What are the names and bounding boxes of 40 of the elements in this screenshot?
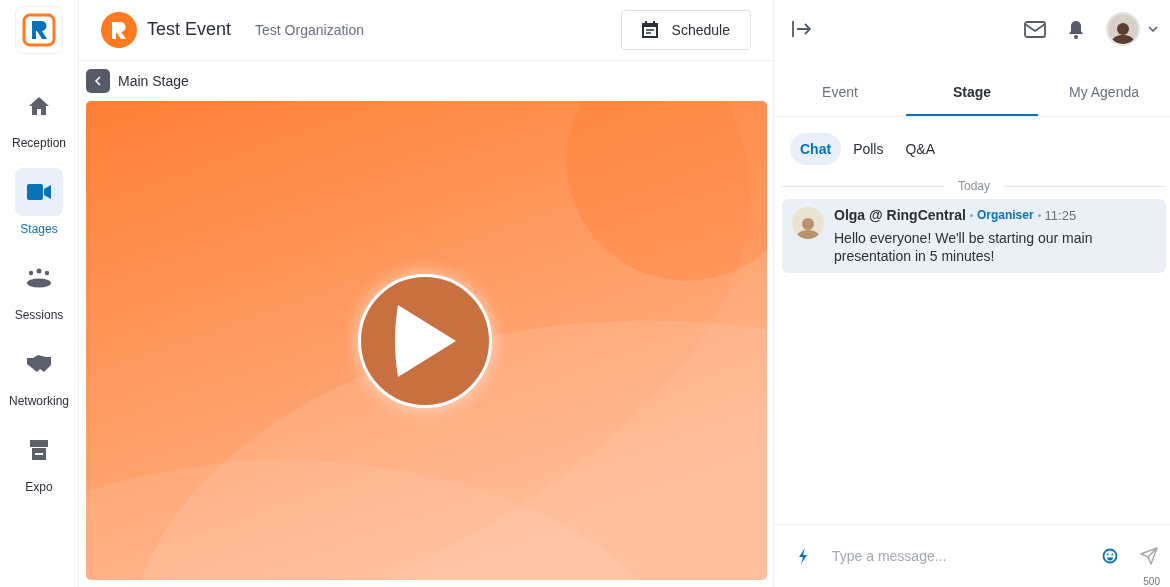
emoji-button[interactable] — [1102, 548, 1118, 564]
message-time: 11:25 — [1044, 207, 1077, 223]
chevron-left-icon — [94, 75, 102, 86]
character-counter: 500 — [1143, 576, 1160, 587]
message-text: Hello everyone! We'll be starting our main presentation in 5 minutes! — [834, 229, 1094, 265]
chat-tab[interactable]: Q&A — [895, 133, 946, 165]
profile-menu-button[interactable] — [1106, 12, 1158, 46]
chat-tab[interactable]: Polls — [843, 133, 894, 165]
author-name: Olga @ RingCentral — [834, 207, 966, 223]
schedule-button[interactable]: Schedule — [620, 9, 751, 50]
people-icon — [26, 268, 52, 288]
handshake-icon — [26, 354, 52, 374]
nav-item[interactable]: Reception — [11, 82, 66, 150]
stage-title: Main Stage — [118, 72, 189, 89]
panel-tab[interactable]: Stage — [906, 70, 1038, 116]
role-label: Organiser — [976, 208, 1034, 222]
lightning-button[interactable] — [798, 548, 808, 564]
play-icon — [392, 302, 458, 379]
notifications-button[interactable] — [1068, 19, 1084, 39]
calendar-icon — [641, 21, 658, 39]
nav-item[interactable]: Sessions — [14, 254, 64, 322]
home-icon — [28, 96, 50, 116]
chat-tab[interactable]: Chat — [790, 133, 842, 165]
video-camera-icon — [27, 184, 51, 200]
panel-tab[interactable]: Event — [774, 70, 906, 116]
nav-item[interactable]: Networking — [9, 340, 69, 408]
organization-name: Test Organization — [255, 21, 365, 38]
app-logo — [15, 6, 63, 54]
user-avatar — [1106, 12, 1140, 46]
date-divider: Today — [958, 179, 990, 193]
nav-item[interactable]: Expo — [15, 426, 63, 494]
event-logo — [101, 11, 137, 48]
mail-button[interactable] — [1024, 20, 1046, 38]
panel-tab[interactable]: My Agenda — [1038, 70, 1170, 116]
back-button[interactable] — [86, 68, 110, 93]
collapse-panel-button[interactable] — [792, 20, 812, 38]
caret-icon — [1148, 26, 1158, 32]
booth-icon — [28, 439, 50, 461]
user-avatar — [792, 207, 824, 239]
event-title: Test Event — [147, 19, 232, 41]
